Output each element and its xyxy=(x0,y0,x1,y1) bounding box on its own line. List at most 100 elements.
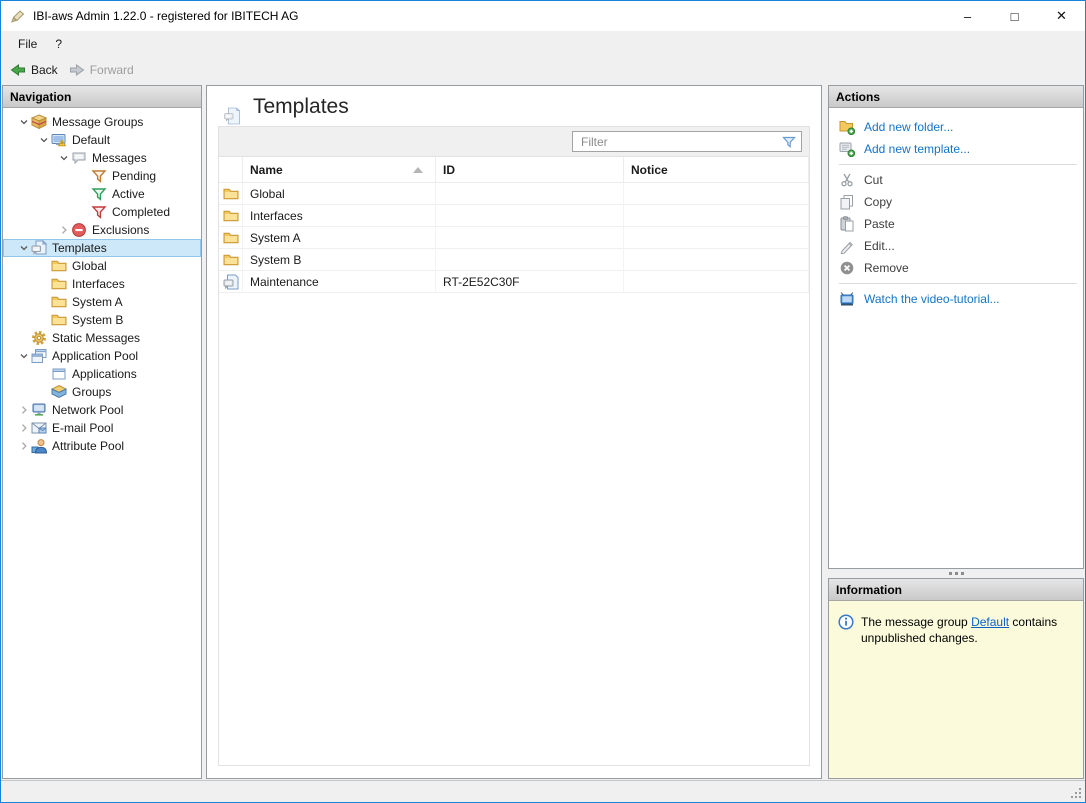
information-panel-header: Information xyxy=(829,579,1083,601)
tree-item-label: Templates xyxy=(52,241,107,255)
chevron-down-icon[interactable] xyxy=(16,350,31,362)
tree-item-network-pool[interactable]: Network Pool xyxy=(3,401,201,419)
tree-item-exclusions[interactable]: Exclusions xyxy=(3,221,201,239)
tree-item-messages[interactable]: Messages xyxy=(3,149,201,167)
splitter-dot xyxy=(949,572,952,575)
application-pool-icon xyxy=(31,348,47,364)
table-row-interfaces[interactable]: Interfaces xyxy=(219,205,809,227)
cut-icon xyxy=(839,172,855,188)
table-row-system-a[interactable]: System A xyxy=(219,227,809,249)
message-groups-icon xyxy=(31,114,47,130)
cell-id: RT-2E52C30F xyxy=(436,271,624,293)
column-header-label: Name xyxy=(250,163,283,177)
column-header-icon[interactable] xyxy=(219,157,243,183)
action-label: Add new folder... xyxy=(864,120,953,134)
edit-action: Edit... xyxy=(839,235,1079,257)
chevron-down-icon[interactable] xyxy=(56,152,71,164)
minimize-button[interactable]: – xyxy=(944,1,991,31)
tree-item-message-groups[interactable]: Message Groups xyxy=(3,113,201,131)
menu-file[interactable]: File xyxy=(9,34,46,54)
tree-item-global[interactable]: Global xyxy=(3,257,201,275)
tree-item-system-b[interactable]: System B xyxy=(3,311,201,329)
maximize-button[interactable]: □ xyxy=(991,1,1038,31)
column-header-label: Notice xyxy=(631,163,668,177)
sort-ascending-icon xyxy=(413,167,423,173)
add-new-template-action[interactable]: Add new template... xyxy=(839,138,1079,160)
copy-icon xyxy=(839,194,855,210)
action-label: Cut xyxy=(864,173,883,187)
watch-the-video-tutorial-action[interactable]: Watch the video-tutorial... xyxy=(839,288,1079,310)
tree-item-label: Static Messages xyxy=(52,331,140,345)
templates-table: Name ID Notice GlobalInterfacesSystem ASys… xyxy=(218,126,810,766)
tree-item-e-mail-pool[interactable]: E-mail Pool xyxy=(3,419,201,437)
tree-item-system-a[interactable]: System A xyxy=(3,293,201,311)
tree-item-static-messages[interactable]: Static Messages xyxy=(3,329,201,347)
column-header-notice[interactable]: Notice xyxy=(624,157,809,183)
info-icon xyxy=(838,614,854,630)
cell-notice xyxy=(624,249,809,271)
row-icon-cell xyxy=(219,249,243,271)
forward-button: Forward xyxy=(65,60,141,80)
info-message-prefix: The message group xyxy=(861,615,971,629)
chevron-down-icon[interactable] xyxy=(36,134,51,146)
action-label: Add new template... xyxy=(864,142,970,156)
tree-item-default[interactable]: Default xyxy=(3,131,201,149)
cell-name: Interfaces xyxy=(243,205,436,227)
resize-grip-icon[interactable] xyxy=(1070,787,1082,799)
main-panel: Templates NameIDNotice GlobalInterfacesS… xyxy=(206,85,822,779)
tree-item-attribute-pool[interactable]: Attribute Pool xyxy=(3,437,201,455)
cell-id xyxy=(436,227,624,249)
column-header-id[interactable]: ID xyxy=(436,157,624,183)
row-icon-cell xyxy=(219,271,243,293)
column-header-name[interactable]: Name xyxy=(243,157,436,183)
folder-icon xyxy=(51,258,67,274)
chevron-right-icon[interactable] xyxy=(56,224,71,236)
tree-item-completed[interactable]: Completed xyxy=(3,203,201,221)
default-group-link[interactable]: Default xyxy=(971,615,1009,629)
forward-button-label: Forward xyxy=(90,63,134,77)
filter-input[interactable] xyxy=(579,134,781,150)
tree-item-applications[interactable]: Applications xyxy=(3,365,201,383)
tree-item-interfaces[interactable]: Interfaces xyxy=(3,275,201,293)
page-title: Templates xyxy=(253,95,349,119)
template-icon xyxy=(223,274,239,290)
menu-help[interactable]: ? xyxy=(46,34,71,54)
cell-name: System B xyxy=(243,249,436,271)
tree-item-pending[interactable]: Pending xyxy=(3,167,201,185)
panel-splitter[interactable] xyxy=(828,569,1084,578)
cell-notice xyxy=(624,183,809,205)
actions-list: Add new folder... Add new template... Cut C… xyxy=(829,108,1083,310)
tree-item-label: System B xyxy=(72,313,123,327)
tree-item-active[interactable]: Active xyxy=(3,185,201,203)
back-button[interactable]: Back xyxy=(6,60,65,80)
funnel-red-icon xyxy=(91,204,107,220)
edit-icon xyxy=(839,238,855,254)
tree-item-application-pool[interactable]: Application Pool xyxy=(3,347,201,365)
tree-item-label: Application Pool xyxy=(52,349,138,363)
add-folder-icon xyxy=(839,119,855,135)
copy-action: Copy xyxy=(839,191,1079,213)
tree-item-groups[interactable]: Groups xyxy=(3,383,201,401)
title-bar: IBI-aws Admin 1.22.0 - registered for IB… xyxy=(1,1,1085,31)
remove-icon xyxy=(839,260,855,276)
table-row-system-b[interactable]: System B xyxy=(219,249,809,271)
tree-item-templates[interactable]: Templates xyxy=(3,239,201,257)
row-icon-cell xyxy=(219,205,243,227)
cell-notice xyxy=(624,271,809,293)
close-button[interactable]: ✕ xyxy=(1038,1,1085,31)
chevron-right-icon[interactable] xyxy=(16,404,31,416)
chevron-right-icon[interactable] xyxy=(16,422,31,434)
filter-funnel-icon[interactable] xyxy=(781,134,797,150)
table-row-maintenance[interactable]: MaintenanceRT-2E52C30F xyxy=(219,271,809,293)
tree-item-label: Message Groups xyxy=(52,115,143,129)
chevron-down-icon[interactable] xyxy=(16,116,31,128)
chevron-down-icon[interactable] xyxy=(16,242,31,254)
cell-id xyxy=(436,205,624,227)
cell-name: Global xyxy=(243,183,436,205)
window-controls: – □ ✕ xyxy=(944,1,1085,31)
table-row-global[interactable]: Global xyxy=(219,183,809,205)
folder-icon xyxy=(223,230,239,246)
chevron-right-icon[interactable] xyxy=(16,440,31,452)
templates-icon xyxy=(31,240,47,256)
add-new-folder-action[interactable]: Add new folder... xyxy=(839,116,1079,138)
